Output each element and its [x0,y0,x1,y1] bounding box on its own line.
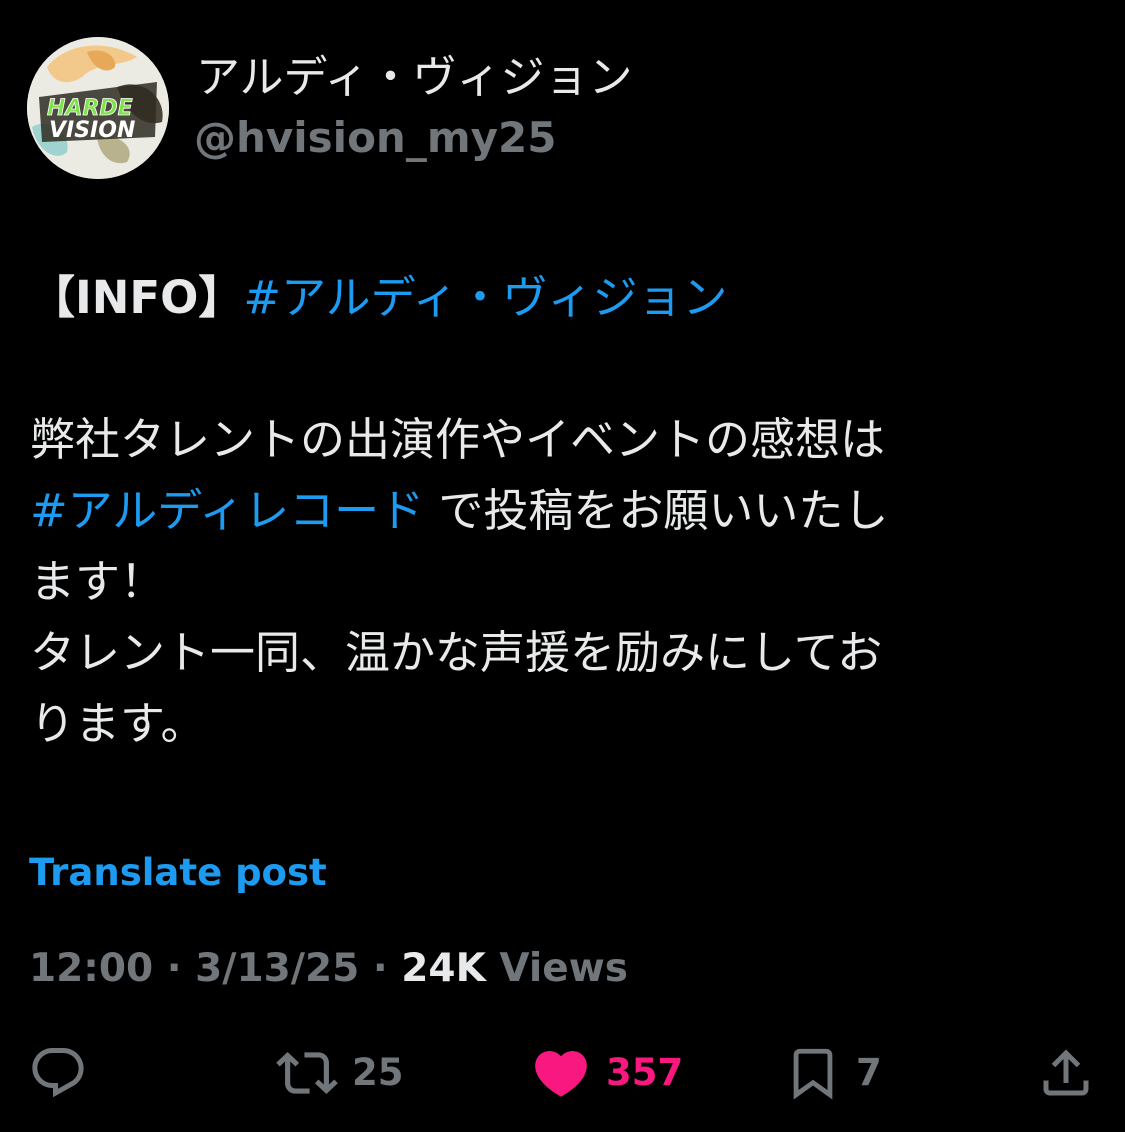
repost-button[interactable]: 25 [276,1040,404,1106]
post-line: 【INFO】#アルディ・ヴィジョン [30,262,1100,333]
author-handle[interactable]: @hvision_my25 [194,112,556,164]
reply-icon [32,1048,84,1098]
post-body: 【INFO】#アルディ・ヴィジョン 弊社タレントの出演作やイベントの感想は #ア… [30,262,1100,759]
like-button[interactable]: 357 [530,1040,683,1106]
share-icon [1043,1049,1089,1096]
repost-icon [276,1052,338,1094]
views-count[interactable]: 24K [401,946,486,991]
hashtag-link[interactable]: #アルディレコード [30,484,424,537]
post-line: 弊社タレントの出演作やイベントの感想は [30,413,886,466]
hashtag-link[interactable]: #アルディ・ヴィジョン [243,271,727,324]
svg-text:VISION: VISION [49,118,135,143]
avatar-logo-image: HARDE VISION [27,37,169,179]
post-line: タレント一同、温かな声援を励みにしてお [30,626,883,679]
repost-count: 25 [352,1051,404,1094]
post-info-tag: 【INFO】 [30,271,244,324]
meta-separator: · [153,946,196,991]
reply-button[interactable] [28,1040,88,1106]
meta-separator: · [359,946,402,991]
views-label[interactable]: Views [486,946,628,991]
bookmark-icon [793,1048,833,1100]
post-line: ります。 [30,697,206,750]
like-count: 357 [606,1051,684,1094]
post-blank-line [30,333,1100,404]
heart-filled-icon [535,1051,587,1097]
share-button[interactable] [1036,1040,1096,1106]
bookmark-count: 7 [856,1051,882,1094]
post-text-segment: で投稿をお願いいたし [424,484,889,537]
post-date[interactable]: 3/13/25 [195,946,359,991]
post-time[interactable]: 12:00 [29,946,153,991]
post-meta: 12:00 · 3/13/25 · 24K Views [29,944,628,994]
bookmark-button[interactable]: 7 [784,1040,882,1106]
post-line: ます！ [30,555,166,608]
author-display-name[interactable]: アルディ・ヴィジョン [196,52,632,104]
action-bar: 25 357 7 [0,1040,1125,1106]
post-line: #アルディレコード で投稿をお願いいたし [30,475,1100,546]
avatar[interactable]: HARDE VISION [27,37,169,179]
translate-post-link[interactable]: Translate post [29,850,327,896]
